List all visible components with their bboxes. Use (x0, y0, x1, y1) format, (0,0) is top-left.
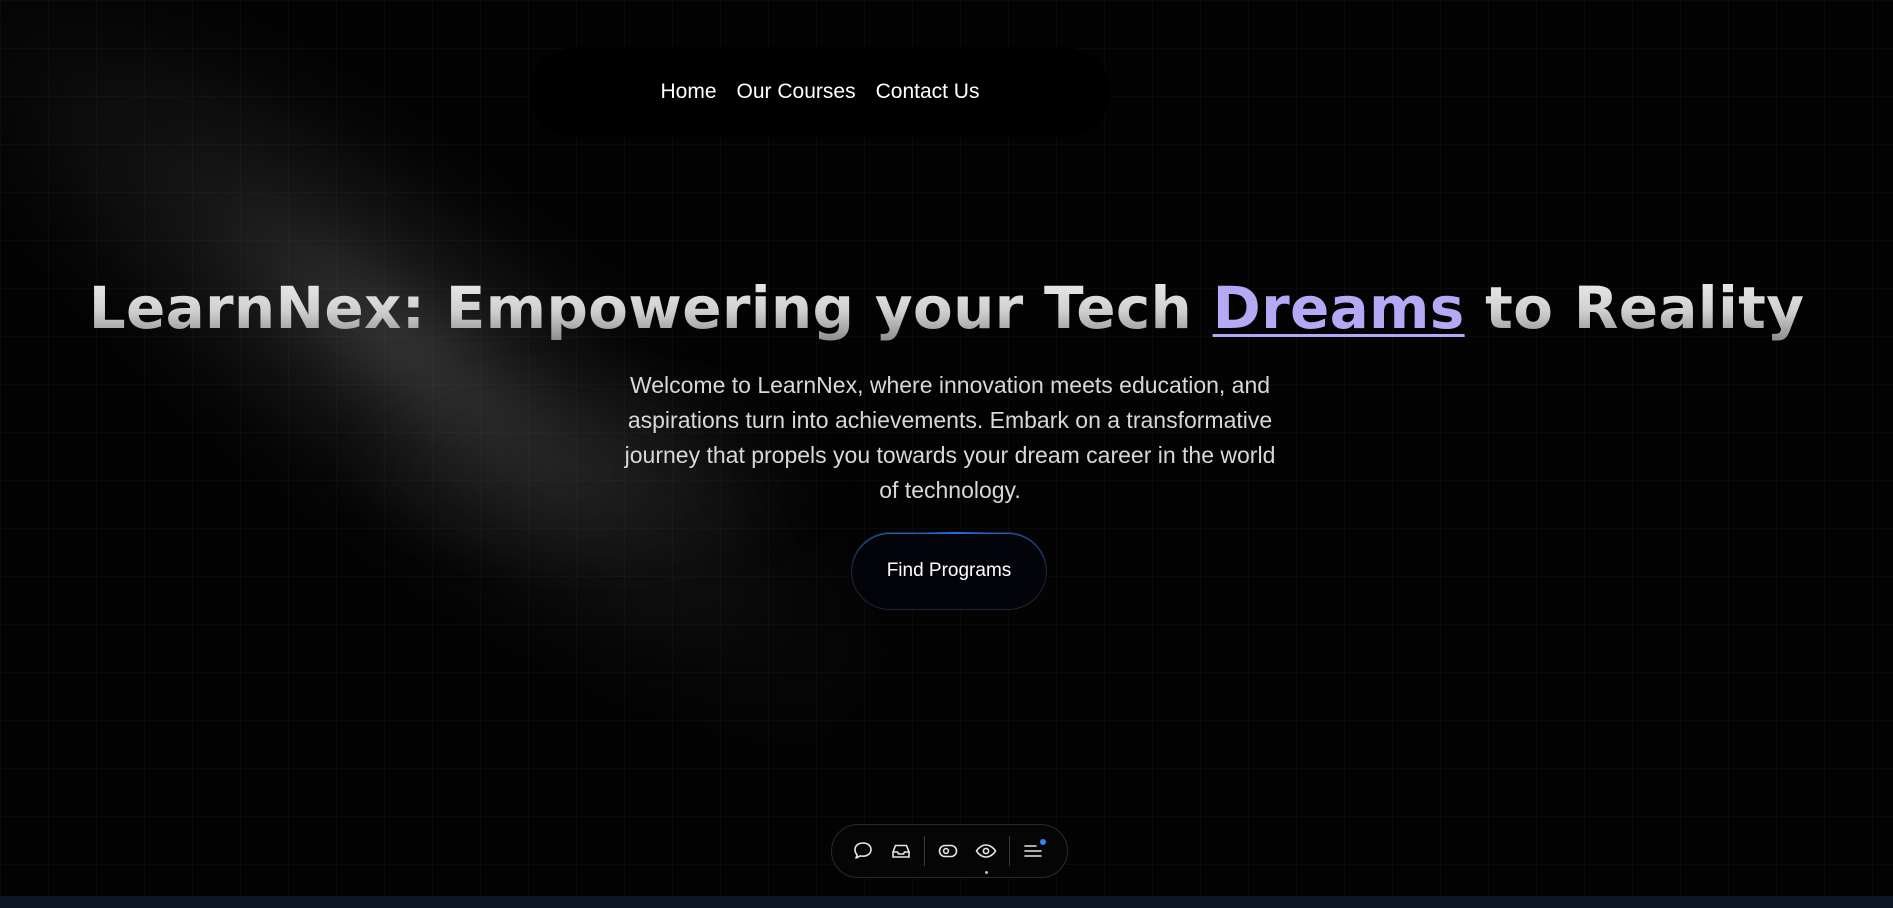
comment-icon (854, 842, 872, 859)
hero-title-part2: to Reality (1464, 274, 1805, 342)
eye-toggle-icon (938, 844, 958, 858)
eye-icon (975, 844, 997, 858)
menu-button[interactable] (1014, 832, 1052, 870)
page: Home Our Courses Contact Us LearnNex: Em… (0, 0, 1893, 908)
hero-title: LearnNex: Empowering your Tech Dreams to… (0, 274, 1893, 342)
hero-subtitle: Welcome to LearnNex, where innovation me… (624, 372, 1276, 503)
view-button[interactable] (967, 832, 1005, 874)
toolbar-separator (924, 836, 925, 866)
inbox-icon (892, 844, 910, 858)
preview-toggle-button[interactable] (929, 832, 967, 870)
hero-title-part1: LearnNex: Empowering your Tech (88, 274, 1213, 342)
comment-button[interactable] (844, 832, 882, 870)
inbox-button[interactable] (882, 832, 920, 870)
toolbar-separator (1009, 836, 1010, 866)
notification-dot (1040, 839, 1046, 845)
nav-link-contact-us[interactable]: Contact Us (876, 80, 980, 104)
floating-toolbar (831, 824, 1068, 878)
nav-link-home[interactable]: Home (661, 80, 717, 104)
find-programs-button[interactable]: Find Programs (851, 532, 1047, 610)
next-section-edge (0, 896, 1893, 908)
top-navbar: Home Our Courses Contact Us (530, 47, 1110, 137)
hero-title-accent[interactable]: Dreams (1213, 274, 1465, 342)
nav-link-our-courses[interactable]: Our Courses (737, 80, 856, 104)
active-indicator (984, 871, 988, 874)
